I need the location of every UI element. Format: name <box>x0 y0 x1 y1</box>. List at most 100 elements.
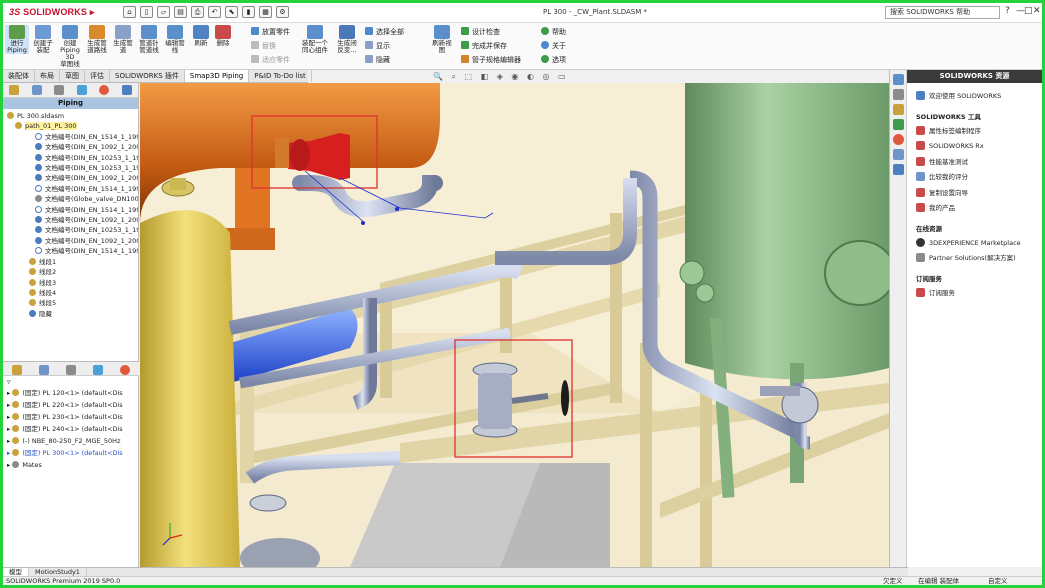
appearance-icon[interactable] <box>892 134 904 145</box>
fit-part-item[interactable]: 适应零件 <box>251 55 290 65</box>
tool-link[interactable]: 复制设置向导 <box>907 186 1042 202</box>
spec-editor-item[interactable]: 管子规格编辑器 <box>461 55 521 65</box>
display-icon[interactable] <box>99 85 110 95</box>
new-icon[interactable]: ▯ <box>140 6 153 18</box>
create-pipe-button[interactable]: 生成管道 <box>111 25 135 54</box>
delete-button[interactable]: 删除 <box>211 25 235 47</box>
tab-addins[interactable]: SOLIDWORKS 插件 <box>110 70 185 82</box>
close-button[interactable]: ✕ <box>1033 6 1041 16</box>
refresh-view-button[interactable]: 刷新视图 <box>429 25 455 54</box>
create-3d-sketch-button[interactable]: 创建 Piping 3D 草图线 <box>58 25 82 68</box>
property-icon[interactable] <box>38 364 49 375</box>
component-item[interactable]: ▸ (固定) PL 120<1> (default<Dis <box>7 387 139 399</box>
property-icon[interactable] <box>31 85 42 95</box>
tool-link[interactable]: 属性标签编制程序 <box>907 124 1042 140</box>
config-icon[interactable] <box>65 364 76 375</box>
tree-item[interactable]: PL 300.sldasm <box>7 111 138 121</box>
component-item[interactable]: ▸ (-) NBE_80-250_F2_MGE_50Hz <box>7 435 139 447</box>
hide-item[interactable]: 隐藏 <box>365 55 390 65</box>
rebuild-icon[interactable]: ▮ <box>242 6 255 18</box>
tree-item[interactable]: 文档编号(DIN_EN_1514_1_199 <box>7 205 138 215</box>
mates-item[interactable]: ▸ Mates <box>7 459 139 471</box>
subscription-link[interactable]: 订阅服务 <box>907 286 1042 302</box>
tab-motion-study[interactable]: MotionStudy1 <box>29 568 87 576</box>
select-icon[interactable]: ⬉ <box>225 6 238 18</box>
refresh-button[interactable]: 刷新 <box>189 25 213 47</box>
file-props-icon[interactable]: ▦ <box>259 6 272 18</box>
tree-item[interactable]: path_01_PL 300 <box>7 121 138 131</box>
tree-item[interactable]: 线段4 <box>7 288 138 298</box>
tree-item[interactable]: 文档编号(DIN_EN_1092_1_200 <box>7 142 138 152</box>
tree-item[interactable]: 隐藏 <box>7 309 138 319</box>
status-custom[interactable]: 自定义 <box>988 577 1008 585</box>
tab-pid-todo[interactable]: P&ID To-Do list <box>249 70 312 82</box>
save-icon[interactable]: ▤ <box>174 6 187 18</box>
tab-model[interactable]: 模型 <box>3 568 29 576</box>
library-icon[interactable] <box>892 89 904 100</box>
open-icon[interactable]: ▱ <box>157 6 170 18</box>
tree-item[interactable]: 线段5 <box>7 298 138 308</box>
file-explorer-icon[interactable] <box>892 104 904 115</box>
tree-item[interactable]: 文档编号(DIN_EN_10253_1_19 <box>7 225 138 235</box>
display-icon[interactable] <box>120 364 131 375</box>
piping-button[interactable]: 进行 Piping <box>5 25 29 54</box>
tree-item[interactable]: 文档编号(DIN_EN_1092_1_200 <box>7 215 138 225</box>
place-part-item[interactable]: 放置零件 <box>251 27 290 37</box>
custom-props-icon[interactable] <box>892 149 904 160</box>
piping-3d-model[interactable] <box>140 83 889 567</box>
home-icon[interactable]: ⌂ <box>123 6 136 18</box>
tree-item[interactable]: 线段2 <box>7 267 138 277</box>
show-item[interactable]: 显示 <box>365 41 390 51</box>
tree-item[interactable]: 文档编号(DIN_EN_1514_1_199 <box>7 132 138 142</box>
dimxpert-icon[interactable] <box>93 364 104 375</box>
tree-item[interactable]: 文档编号(DIN_EN_1092_1_200 <box>7 236 138 246</box>
view-palette-icon[interactable] <box>892 119 904 130</box>
feature-tree-icon[interactable] <box>11 364 22 375</box>
tab-evaluate[interactable]: 评估 <box>85 70 110 82</box>
dimxpert-icon[interactable] <box>76 85 87 95</box>
feature-tree-icon[interactable] <box>9 85 20 95</box>
tab-layout[interactable]: 布局 <box>35 70 60 82</box>
select-all-item[interactable]: 选择全部 <box>365 27 404 37</box>
replace-item[interactable]: 替换 <box>251 41 276 51</box>
tool-link[interactable]: 我的产品 <box>907 201 1042 217</box>
options-icon[interactable]: ⚙ <box>276 6 289 18</box>
tab-assembly[interactable]: 装配体 <box>3 70 35 82</box>
home-icon[interactable] <box>892 74 904 85</box>
maximize-button[interactable]: □ <box>1024 6 1033 16</box>
tool-link[interactable]: 性能基准测试 <box>907 155 1042 171</box>
tab-smap3d-piping[interactable]: Smap3D Piping <box>184 70 250 82</box>
help-icon[interactable]: ? <box>1005 6 1010 16</box>
forum-icon[interactable] <box>892 164 904 175</box>
search-input[interactable]: 搜索 SOLIDWORKS 帮助 <box>885 6 1000 19</box>
print-icon[interactable]: ⎙ <box>191 6 204 18</box>
tree-item[interactable]: 线段3 <box>7 278 138 288</box>
options-item[interactable]: 选项 <box>541 55 566 65</box>
closure-button[interactable]: 生成闭 反变... <box>333 25 361 54</box>
component-item[interactable]: ▸ (固定) PL 230<1> (default<Dis <box>7 411 139 423</box>
finish-save-item[interactable]: 完成并保存 <box>461 41 507 51</box>
edit-line-button[interactable]: 编辑管线 <box>163 25 187 54</box>
undo-icon[interactable]: ↶ <box>208 6 221 18</box>
filter-icon[interactable]: ▿ <box>7 377 139 387</box>
welcome-link[interactable]: 欢迎使用 SOLIDWORKS <box>907 83 1042 105</box>
pipe-line-button[interactable]: 管道针 管道线 <box>137 25 161 54</box>
component-item[interactable]: ▸ (固定) PL 220<1> (default<Dis <box>7 399 139 411</box>
concentric-button[interactable]: 装配一个 同心组件 <box>299 25 331 54</box>
create-subassembly-button[interactable]: 创建子 装配 <box>31 25 55 54</box>
partner-link[interactable]: Partner Solutions(解决方案) <box>907 251 1042 267</box>
piping-panel-icon[interactable] <box>121 85 132 95</box>
tree-item[interactable]: 文档编号(DIN_EN_1092_1_200 <box>7 173 138 183</box>
heads-up-toolbar[interactable]: 🔍 ⌕ ⬚ ◧ ◈ ◉ ◐ ◎ ▭ <box>433 72 569 82</box>
tree-item[interactable]: 文档编号(DIN_EN_1514_1_199 <box>7 184 138 194</box>
graphics-area[interactable] <box>140 83 889 567</box>
tab-sketch[interactable]: 草图 <box>60 70 85 82</box>
config-icon[interactable] <box>54 85 65 95</box>
tree-item[interactable]: 文档编号(Globe_valve_DN100_ <box>7 194 138 204</box>
marketplace-link[interactable]: 3DEXPERIENCE Marketplace <box>907 236 1042 252</box>
tree-item[interactable]: 文档编号(DIN_EN_10253_1_19 <box>7 153 138 163</box>
tree-item[interactable]: 线段1 <box>7 257 138 267</box>
tool-link[interactable]: SOLIDWORKS Rx <box>907 139 1042 155</box>
tree-item[interactable]: 文档编号(DIN_EN_1514_1_199 <box>7 246 138 256</box>
component-item[interactable]: ▸ (固定) PL 300<1> (default<Dis <box>7 447 139 459</box>
